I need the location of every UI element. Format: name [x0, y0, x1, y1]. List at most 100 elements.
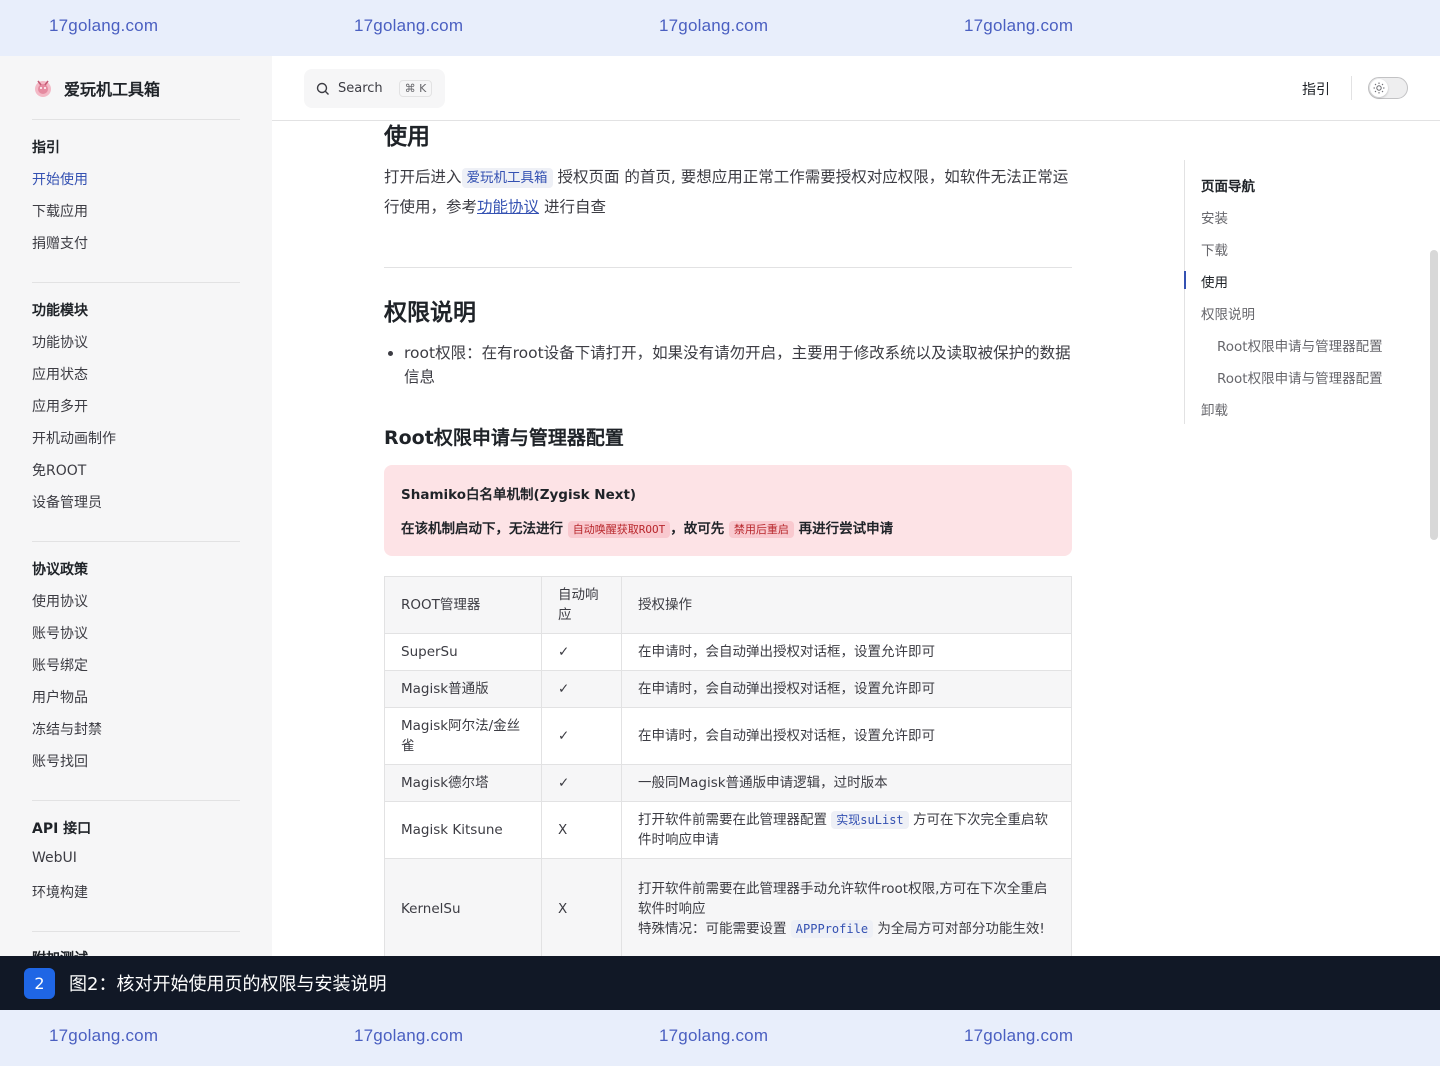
site-logo[interactable]: 爱玩机工具箱: [32, 76, 160, 100]
outline-item-root-config[interactable]: Root权限申请与管理器配置: [1217, 367, 1383, 387]
sidebar-item-boot-animation[interactable]: 开机动画制作: [32, 428, 116, 448]
sidebar-item-account-agreement[interactable]: 账号协议: [32, 623, 88, 643]
table-header: 自动响应: [541, 576, 622, 634]
cell-action: 在申请时，会自动弹出授权对话框，设置允许即可: [621, 670, 1072, 708]
heading-root-config: Root权限申请与管理器配置: [384, 427, 624, 449]
outline-item-permissions[interactable]: 权限说明: [1201, 303, 1255, 323]
page-outline: 页面导航 安装 下载 使用 权限说明 Root权限申请与管理器配置 Root权限…: [1184, 160, 1414, 424]
table-row: Magisk普通版 ✓ 在申请时，会自动弹出授权对话框，设置允许即可: [384, 670, 1072, 708]
watermark-text: 17golang.com: [49, 1026, 159, 1045]
sidebar-heading-api: API 接口: [32, 821, 92, 837]
sidebar-heading-policy: 协议政策: [32, 562, 88, 578]
outline-item-root-config[interactable]: Root权限申请与管理器配置: [1217, 335, 1383, 355]
paragraph-use: 打开后进入 爱玩机工具箱 授权页面 的首页, 要想应用正常工作需要授权对应权限，如…: [384, 163, 1072, 222]
cell-manager: Magisk阿尔法/金丝雀: [384, 707, 542, 765]
bullet-root-permission: root权限：在有root设备下请打开，如果没有请勿开启，主要用于修改系统以及读…: [388, 341, 1072, 389]
sidebar-item-freeze-ban[interactable]: 冻结与封禁: [32, 719, 102, 739]
table-row: Magisk Kitsune X 打开软件前需要在此管理器配置 实现suList…: [384, 801, 1072, 859]
text: 在该机制启动下，无法进行: [401, 521, 563, 537]
text: 进行自查: [543, 198, 606, 216]
link-protocol[interactable]: 功能协议: [477, 198, 539, 216]
cell-auto: ✓: [541, 670, 622, 708]
code-appprofile: APPProfile: [790, 919, 874, 938]
watermark-text: 17golang.com: [964, 16, 1074, 35]
sidebar-heading-modules: 功能模块: [32, 303, 88, 319]
sidebar-item-donate[interactable]: 捐赠支付: [32, 233, 88, 253]
sidebar-divider: [32, 931, 240, 932]
text: 打开软件前需要在此管理器手动允许软件root权限,方可在下次全重启软件时响应: [638, 880, 1048, 917]
sidebar-item-account-binding[interactable]: 账号绑定: [32, 655, 88, 675]
sidebar-item-no-root[interactable]: 免ROOT: [32, 460, 86, 480]
sidebar-item-use-agreement[interactable]: 使用协议: [32, 591, 88, 611]
top-navbar: Search ⌘ K 指引: [272, 56, 1440, 121]
cell-auto: X: [541, 858, 622, 956]
watermark-text: 17golang.com: [964, 1026, 1074, 1045]
root-manager-table: ROOT管理器 自动响应 授权操作 SuperSu ✓ 在申请时，会自动弹出授权…: [384, 576, 1072, 956]
sidebar-item-device-admin[interactable]: 设备管理员: [32, 492, 102, 512]
callout-title: Shamiko白名单机制(Zygisk Next): [401, 487, 637, 503]
outline-item-download[interactable]: 下载: [1201, 239, 1228, 259]
sidebar-item-start[interactable]: 开始使用: [32, 169, 88, 189]
sidebar-item-multi-open[interactable]: 应用多开: [32, 396, 88, 416]
danger-callout: Shamiko白名单机制(Zygisk Next) 在该机制启动下，无法进行 自…: [384, 465, 1072, 556]
cell-action: 打开软件前需要在此管理器配置 实现suList 方可在下次完全重启软件时响应申请: [621, 801, 1072, 859]
scrollbar[interactable]: [1430, 250, 1438, 540]
watermark-bar-top: 17golang.com 17golang.com 17golang.com 1…: [0, 0, 1440, 56]
sidebar-heading-extra: 附加测试: [32, 948, 88, 956]
callout-text: 在该机制启动下，无法进行 自动唤醒获取ROOT ，故可先 禁用后重启 再进行尝试申…: [401, 517, 1055, 538]
cell-auto: ✓: [541, 764, 622, 802]
cell-action: 在申请时，会自动弹出授权对话框，设置允许即可: [621, 633, 1072, 671]
code-disable-reboot: 禁用后重启: [728, 521, 794, 538]
cell-manager: Magisk Kitsune: [384, 801, 542, 859]
code-auto-root: 自动唤醒获取ROOT: [567, 521, 671, 538]
caption-badge: 2: [24, 967, 55, 999]
sidebar-divider: [32, 800, 240, 801]
watermark-text: 17golang.com: [354, 16, 464, 35]
text-line: 特殊情况：可能需要设置 APPProfile 为全局方可对部分功能生效!: [638, 919, 1055, 939]
search-button[interactable]: Search ⌘ K: [304, 69, 445, 108]
table-row: Magisk德尔塔 ✓ 一般同Magisk普通版申请逻辑，过时版本: [384, 764, 1072, 802]
outline-item-uninstall[interactable]: 卸载: [1201, 399, 1228, 419]
table-header: ROOT管理器: [384, 576, 542, 634]
outline-item-use[interactable]: 使用: [1201, 271, 1228, 291]
sidebar-divider: [32, 541, 240, 542]
sidebar-divider: [32, 119, 240, 120]
table-row: KernelSu X 打开软件前需要在此管理器手动允许软件root权限,方可在下…: [384, 858, 1072, 956]
site-title: 爱玩机工具箱: [64, 80, 161, 99]
cell-auto: ✓: [541, 633, 622, 671]
sidebar-item-account-recovery[interactable]: 账号找回: [32, 751, 88, 771]
table-header-row: ROOT管理器 自动响应 授权操作: [384, 576, 1072, 634]
theme-toggle[interactable]: [1368, 77, 1408, 99]
cell-action: 一般同Magisk普通版申请逻辑，过时版本: [621, 764, 1072, 802]
sidebar-item-webui[interactable]: WebUI: [32, 850, 77, 866]
sidebar-item-download[interactable]: 下载应用: [32, 201, 88, 221]
code-sulist: 实现suList: [831, 811, 909, 829]
watermark-text: 17golang.com: [659, 16, 769, 35]
sidebar-item-protocol[interactable]: 功能协议: [32, 332, 88, 352]
text: 特殊情况：可能需要设置: [638, 920, 787, 937]
caption-text: 图2：核对开始使用页的权限与安装说明: [69, 974, 387, 995]
nav-link-guide[interactable]: 指引: [1302, 79, 1330, 99]
nav-divider: [1351, 76, 1352, 100]
text: ，故可先: [670, 521, 725, 537]
sidebar-item-env-build[interactable]: 环境构建: [32, 882, 88, 902]
caption-bar: 2 图2：核对开始使用页的权限与安装说明: [0, 956, 1440, 1010]
outline-item-install[interactable]: 安装: [1201, 207, 1228, 227]
text: 为全局方可对部分功能生效!: [877, 920, 1045, 937]
text: 再进行尝试申请: [798, 521, 894, 537]
main-content: 使用 打开后进入 爱玩机工具箱 授权页面 的首页, 要想应用正常工作需要授权对应权…: [384, 121, 1072, 956]
cell-manager: Magisk德尔塔: [384, 764, 542, 802]
heading-use: 使用: [384, 124, 430, 150]
sidebar: 爱玩机工具箱 指引 开始使用 下载应用 捐赠支付 功能模块 功能协议 应用状态 …: [0, 56, 272, 956]
cell-manager: SuperSu: [384, 633, 542, 671]
section-divider: [384, 267, 1072, 268]
text: 打开后进入: [384, 168, 462, 186]
search-shortcut: ⌘ K: [398, 80, 433, 97]
watermark-text: 17golang.com: [354, 1026, 464, 1045]
sidebar-item-app-status[interactable]: 应用状态: [32, 364, 88, 384]
watermark-text: 17golang.com: [49, 16, 159, 35]
cell-auto: X: [541, 801, 622, 859]
sidebar-item-user-items[interactable]: 用户物品: [32, 687, 88, 707]
inline-code-toolbox: 爱玩机工具箱: [461, 168, 553, 188]
search-icon: [316, 82, 329, 95]
